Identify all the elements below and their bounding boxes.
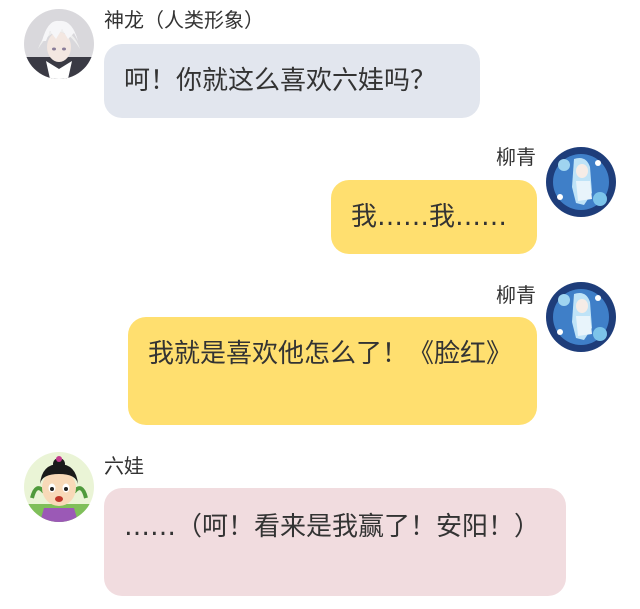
sender-name: 柳青 xyxy=(496,145,536,169)
chat-thread: 神龙（人类形象） 呵！你就这么喜欢六娃吗？ 柳青 我……我…… 柳青 我就是喜欢… xyxy=(0,0,640,609)
sender-name: 柳青 xyxy=(496,283,536,307)
message-bubble[interactable]: ……（呵！看来是我赢了！安阳！） xyxy=(104,488,566,596)
silver-hair-character-avatar-icon[interactable] xyxy=(24,9,94,79)
message-bubble[interactable]: 我就是喜欢他怎么了！《脸红》 xyxy=(128,317,537,425)
blue-hair-character-avatar-icon[interactable] xyxy=(546,147,616,217)
message-bubble[interactable]: 呵！你就这么喜欢六娃吗？ xyxy=(104,44,480,118)
message-text: ……（呵！看来是我赢了！安阳！） xyxy=(124,512,541,542)
cartoon-child-avatar-icon[interactable] xyxy=(24,452,94,522)
message-text: 我就是喜欢他怎么了！《脸红》 xyxy=(148,339,513,369)
blue-hair-character-avatar-icon[interactable] xyxy=(546,282,616,352)
message-bubble[interactable]: 我……我…… xyxy=(331,180,537,254)
sender-name: 神龙（人类形象） xyxy=(104,8,264,32)
message-text: 我……我…… xyxy=(351,202,508,232)
message-text: 呵！你就这么喜欢六娃吗？ xyxy=(124,66,437,96)
sender-name: 六娃 xyxy=(104,454,144,478)
